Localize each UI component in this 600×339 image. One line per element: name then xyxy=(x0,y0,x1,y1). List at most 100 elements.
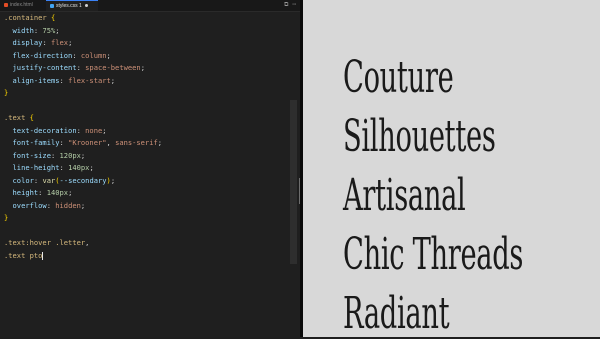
code-line[interactable]: .text { xyxy=(4,112,290,125)
code-token: ; xyxy=(80,200,86,210)
code-token: : xyxy=(59,75,69,85)
code-token: display xyxy=(4,38,43,47)
code-token: font-family xyxy=(4,138,60,147)
code-token: 140px xyxy=(68,163,90,172)
code-token: .text p xyxy=(4,250,34,260)
code-token: height xyxy=(4,188,39,197)
code-editor[interactable]: index.html styles.css 1 ⧉ ⋯ .container { … xyxy=(0,0,300,337)
code-token: ; xyxy=(68,188,73,197)
code-token: color xyxy=(4,175,34,185)
code-token: : xyxy=(42,38,51,47)
code-token: ; xyxy=(110,175,116,185)
preview-word[interactable]: Silhouettes xyxy=(343,111,496,162)
text-cursor xyxy=(42,251,44,260)
code-token: font-size xyxy=(4,150,51,160)
split-editor-icon[interactable]: ⧉ xyxy=(284,1,288,8)
code-token: : xyxy=(38,188,47,197)
code-token: align-items xyxy=(4,75,60,85)
code-token: text-decoration xyxy=(4,125,77,135)
code-token: { xyxy=(50,13,56,22)
code-token: --secondary xyxy=(59,175,107,185)
code-token: : xyxy=(46,200,56,210)
code-token: , xyxy=(85,238,90,247)
editor-tab-bar: index.html styles.css 1 ⧉ ⋯ xyxy=(0,0,300,12)
code-token: .text:hover .letter xyxy=(4,238,86,247)
code-line[interactable] xyxy=(4,225,290,238)
code-line[interactable]: .text:hover .letter, xyxy=(4,237,290,250)
tab-label: index.html xyxy=(10,2,33,8)
tab-index-html[interactable]: index.html xyxy=(0,0,46,11)
css-file-icon xyxy=(50,3,54,8)
code-token: .text xyxy=(4,113,30,122)
code-line[interactable]: font-size: 120px; xyxy=(4,150,290,163)
code-token: : xyxy=(59,163,69,172)
code-token: width xyxy=(4,25,34,35)
code-token: : xyxy=(50,150,60,160)
code-token: ; xyxy=(102,125,107,135)
code-token: ; xyxy=(55,25,60,35)
code-token: { xyxy=(29,113,34,122)
code-line[interactable]: flex-direction: column; xyxy=(4,50,290,63)
preview-word[interactable]: Radiant xyxy=(343,288,450,339)
editor-scrollbar[interactable] xyxy=(290,100,297,264)
tab-styles-css[interactable]: styles.css 1 xyxy=(46,0,98,11)
more-actions-icon[interactable]: ⋯ xyxy=(292,1,296,8)
code-line[interactable]: color: var(--secondary); xyxy=(4,175,290,188)
code-token: line-height xyxy=(4,163,60,172)
preview-word[interactable]: Artisanal xyxy=(343,170,466,221)
code-token: hidden xyxy=(55,200,81,210)
code-line[interactable]: display: flex; xyxy=(4,37,290,50)
code-token: none xyxy=(85,125,103,135)
preview-word[interactable]: Couture xyxy=(343,52,454,103)
code-line[interactable]: width: 75%; xyxy=(4,25,290,38)
code-line[interactable]: justify-content: space-between; xyxy=(4,62,290,75)
code-token: ; xyxy=(110,75,116,85)
code-token: to xyxy=(33,250,43,260)
code-line[interactable]: } xyxy=(4,212,290,225)
code-token: 140px xyxy=(46,188,69,197)
code-token: : xyxy=(72,50,81,60)
code-token: , xyxy=(106,138,116,147)
code-area[interactable]: .container { width: 75%; display: flex; … xyxy=(4,12,290,262)
code-token: ; xyxy=(68,38,73,47)
code-token: 120px xyxy=(59,150,81,160)
code-line[interactable]: overflow: hidden; xyxy=(4,200,290,213)
code-token: : xyxy=(59,138,69,147)
code-token: justify-content xyxy=(4,63,77,72)
html-file-icon xyxy=(4,2,8,7)
code-token: sans-serif xyxy=(115,138,158,147)
code-token: ; xyxy=(89,163,94,172)
code-token: ; xyxy=(80,150,86,160)
code-line[interactable]: align-items: flex-start; xyxy=(4,75,290,88)
code-token: var xyxy=(42,175,56,185)
code-token: 75% xyxy=(42,25,56,35)
code-line[interactable]: .text pto xyxy=(4,250,290,263)
tab-label: styles.css 1 xyxy=(56,3,82,9)
tab-actions: ⧉ ⋯ xyxy=(280,1,296,10)
code-token: flex-direction xyxy=(4,50,73,60)
code-token: flex xyxy=(50,38,69,47)
code-token: overflow xyxy=(4,200,47,210)
code-token: : xyxy=(76,63,86,72)
code-token: .container xyxy=(4,13,51,22)
unsaved-dot-icon[interactable] xyxy=(84,4,88,8)
code-line[interactable]: line-height: 140px; xyxy=(4,162,290,175)
code-token: flex-start xyxy=(68,75,111,85)
code-token: : xyxy=(76,125,86,135)
code-line[interactable]: .container { xyxy=(4,12,290,25)
preview-word[interactable]: Chic Threads xyxy=(343,229,523,280)
code-line[interactable]: text-decoration: none; xyxy=(4,125,290,138)
code-token: } xyxy=(4,88,9,97)
code-line[interactable]: height: 140px; xyxy=(4,187,290,200)
browser-preview: Couture Silhouettes Artisanal Chic Threa… xyxy=(303,0,600,339)
code-token: "Krooner" xyxy=(68,138,107,147)
code-token: ; xyxy=(106,50,111,60)
code-token: ; xyxy=(157,138,163,147)
code-token: column xyxy=(80,50,107,60)
code-line[interactable]: } xyxy=(4,87,290,100)
code-line[interactable]: font-family: "Krooner", sans-serif; xyxy=(4,137,290,150)
code-token: space-between xyxy=(85,63,141,72)
code-token: ; xyxy=(140,63,145,72)
code-token: } xyxy=(4,213,9,222)
code-line[interactable] xyxy=(4,100,290,113)
